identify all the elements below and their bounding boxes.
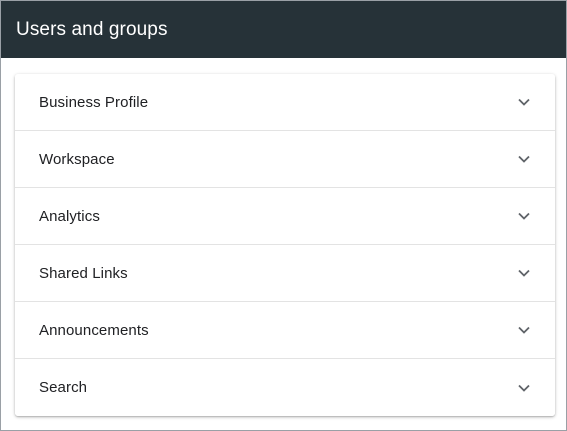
- accordion-item-label: Analytics: [39, 207, 100, 225]
- page-title: Users and groups: [16, 18, 168, 40]
- accordion-item-label: Workspace: [39, 150, 115, 168]
- accordion-item-label: Shared Links: [39, 264, 128, 282]
- accordion-card: Business Profile Workspace Analytics Sha…: [15, 74, 555, 416]
- accordion-item-search[interactable]: Search: [15, 359, 555, 416]
- chevron-down-icon[interactable]: [517, 152, 531, 166]
- accordion-item-announcements[interactable]: Announcements: [15, 302, 555, 359]
- accordion-item-shared-links[interactable]: Shared Links: [15, 245, 555, 302]
- accordion-item-workspace[interactable]: Workspace: [15, 131, 555, 188]
- accordion-item-business-profile[interactable]: Business Profile: [15, 74, 555, 131]
- accordion-item-label: Search: [39, 379, 88, 396]
- page-header: Users and groups: [1, 1, 566, 58]
- accordion-item-label: Announcements: [39, 321, 149, 339]
- window-frame: Users and groups Business Profile Worksp…: [0, 0, 567, 431]
- accordion-item-label: Business Profile: [39, 93, 149, 111]
- accordion-item-analytics[interactable]: Analytics: [15, 188, 555, 245]
- chevron-down-icon[interactable]: [517, 95, 531, 109]
- chevron-down-icon[interactable]: [517, 381, 531, 395]
- chevron-down-icon[interactable]: [517, 266, 531, 280]
- chevron-down-icon[interactable]: [517, 209, 531, 223]
- chevron-down-icon[interactable]: [517, 323, 531, 337]
